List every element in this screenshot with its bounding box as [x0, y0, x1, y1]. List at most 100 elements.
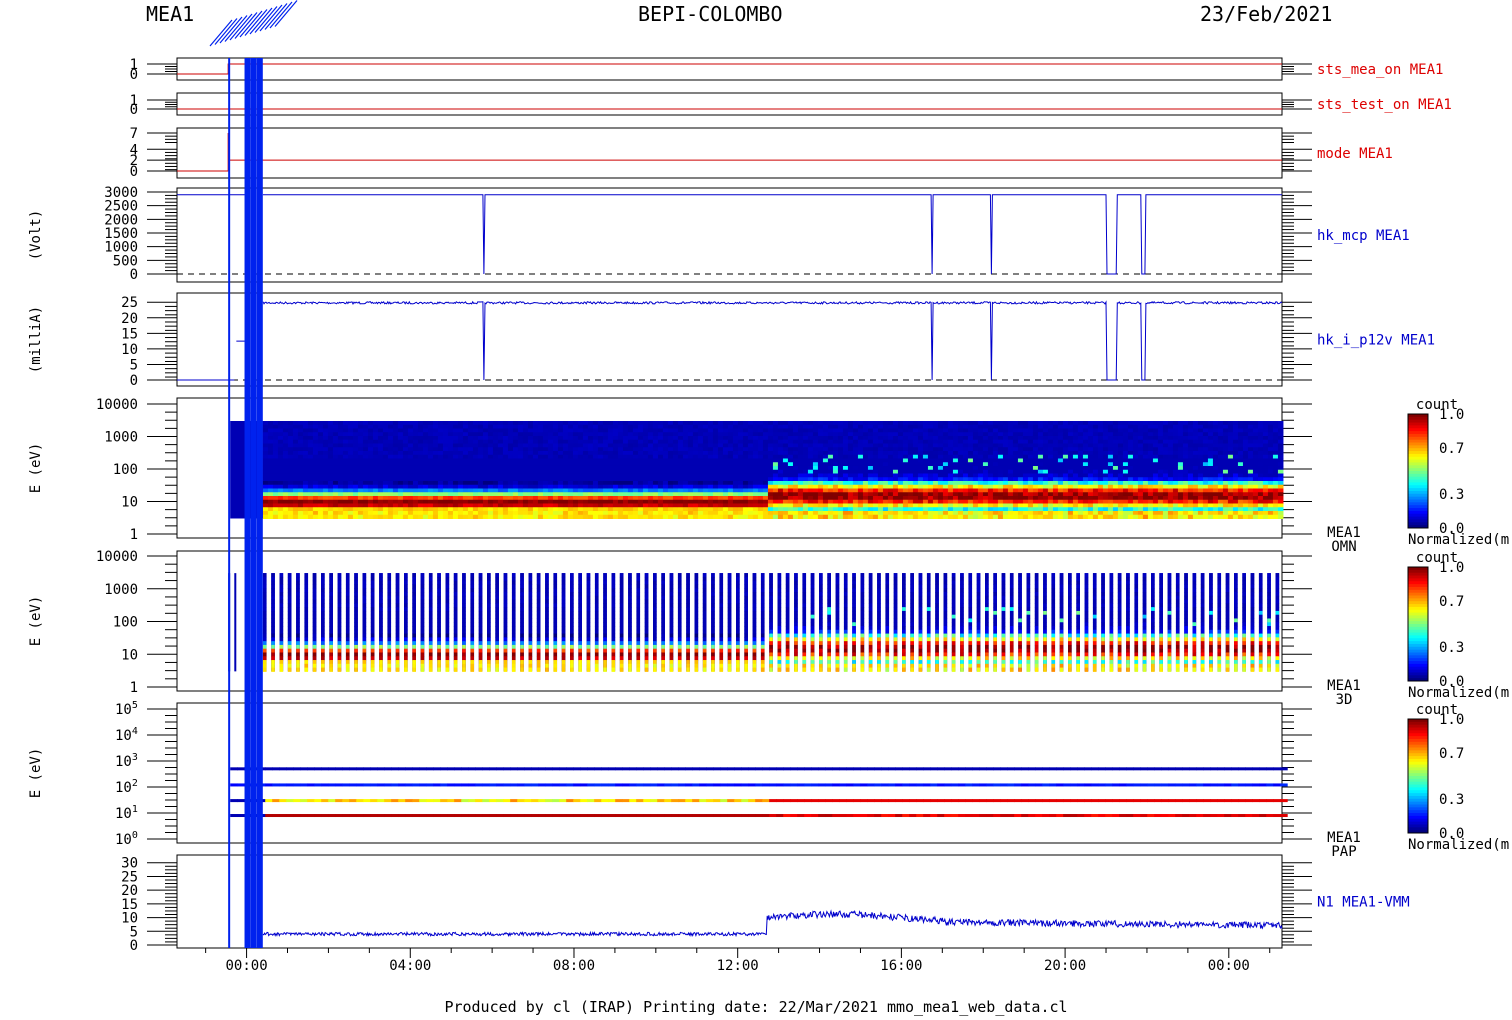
- spectrogram-cell: [747, 447, 754, 452]
- spectrogram-cell: [982, 488, 989, 493]
- spectrogram-cell: [372, 462, 379, 467]
- spectrogram-cell: [272, 492, 279, 497]
- spectrogram-cell: [642, 503, 649, 508]
- spectrogram-cell: [492, 477, 499, 482]
- spectrogram-cell: [467, 447, 474, 452]
- spectrogram-cell: [1127, 510, 1134, 516]
- spectrogram-cell: [892, 420, 899, 426]
- spectrogram-cell: [877, 488, 884, 493]
- spectrogram-cell: [477, 420, 484, 426]
- spectrogram-cell: [1027, 469, 1034, 474]
- spectrogram-cell: [972, 499, 979, 504]
- spectrogram-cell: [327, 473, 334, 478]
- spectrogram-cell: [677, 454, 684, 459]
- spectrogram-cell: [1087, 484, 1094, 489]
- spectrogram-cell: [897, 488, 904, 493]
- spectrogram-cell: [892, 492, 899, 497]
- spectrogram-cell: [692, 454, 699, 459]
- spectrogram-cell: [577, 503, 584, 508]
- spectrogram-cell: [372, 450, 379, 456]
- spectrogram-cell: [412, 507, 419, 512]
- spectrogram-cell: [517, 514, 524, 519]
- spectrogram-cell: [997, 473, 1004, 478]
- spectrogram-cell: [982, 450, 989, 456]
- spectrogram-cell: [442, 507, 449, 512]
- spectrogram-cell: [927, 458, 934, 463]
- spectrogram-cell: [287, 462, 294, 467]
- spectrogram-cell: [727, 514, 734, 519]
- spectrogram-cell: [722, 454, 729, 459]
- spectrogram-cell: [712, 424, 719, 429]
- spectrogram-cell: [1007, 432, 1014, 437]
- spectrogram-cell: [462, 465, 469, 471]
- spectrogram-cell: [342, 507, 349, 512]
- spectrogram-cell: [972, 443, 979, 448]
- spectrogram-cell: [812, 465, 819, 471]
- spectrogram-cell: [367, 510, 374, 516]
- spectrogram-cell: [357, 454, 364, 459]
- spectrogram-cell: [407, 443, 414, 448]
- spectrogram-cell: [847, 424, 854, 429]
- spectrogram-cell: [392, 484, 399, 489]
- spectrogram-cell: [802, 447, 809, 452]
- spectrogram-cell: [1037, 454, 1044, 459]
- spectrogram-cell: [1107, 469, 1114, 474]
- spectrogram-cell: [692, 458, 699, 463]
- spectrogram-cell: [297, 507, 304, 512]
- spectrogram-cell: [1012, 447, 1019, 452]
- spectrogram-cell: [812, 503, 819, 508]
- spectrogram-cell: [672, 488, 679, 493]
- spectrogram-cell: [667, 435, 674, 441]
- spectrogram-cell: [1062, 507, 1069, 512]
- spectrogram-cell: [472, 424, 479, 429]
- spectrogram-cell: [677, 503, 684, 508]
- spectrogram-cell: [1127, 424, 1134, 429]
- spectrogram-cell: [587, 488, 594, 493]
- spectrogram-cell: [852, 469, 859, 474]
- spectrogram-cell: [567, 424, 574, 429]
- spectrogram-cell: [682, 477, 689, 482]
- spectrogram-cell: [682, 499, 689, 504]
- spectrogram-cell: [447, 450, 454, 456]
- spectrogram-cell: [872, 488, 879, 493]
- spectrogram-cell: [1042, 477, 1049, 482]
- spectrogram-cell: [962, 424, 969, 429]
- spectrogram-cell: [1022, 450, 1029, 456]
- spectrogram-cell: [997, 488, 1004, 493]
- spectrogram-cell: [1012, 499, 1019, 504]
- spectrogram-cell: [672, 428, 679, 433]
- spectrogram-cell: [832, 469, 839, 474]
- spectrogram-cell: [432, 447, 439, 452]
- spectrogram-cell: [312, 499, 319, 504]
- spectrogram-cell: [1107, 480, 1114, 486]
- spectrogram-cell: [937, 507, 944, 512]
- y-axis-label: E (eV): [28, 443, 44, 494]
- spectrogram-cell: [787, 484, 794, 489]
- spectrogram-cell: [547, 443, 554, 448]
- spectrogram-cell: [807, 454, 814, 459]
- spectrogram-cell: [1052, 432, 1059, 437]
- spectrogram-cell: [697, 458, 704, 463]
- spectrogram-cell: [282, 503, 289, 508]
- spectrogram-cell: [722, 480, 729, 486]
- spectrogram-cell: [742, 465, 749, 471]
- spectrogram-cell: [982, 503, 989, 508]
- spectrogram-cell: [737, 435, 744, 441]
- spectrogram-cell: [922, 499, 929, 504]
- spectrogram-cell: [302, 458, 309, 463]
- spectrogram-cell: [847, 477, 854, 482]
- spectrogram-cell: [862, 465, 869, 471]
- spectrogram-cell: [462, 495, 469, 501]
- spectrogram-cell: [1092, 469, 1099, 474]
- spectrogram-cell: [712, 514, 719, 519]
- spectrogram-cell: [1112, 510, 1119, 516]
- spectrogram-cell: [302, 447, 309, 452]
- spectrogram-cell: [962, 480, 969, 486]
- spectrogram-cell: [1132, 477, 1139, 482]
- spectrogram-cell: [917, 432, 924, 437]
- spectrogram-cell: [912, 428, 919, 433]
- spectrogram-cell: [657, 477, 664, 482]
- spectrogram-cell: [877, 499, 884, 504]
- spectrogram-cell: [437, 499, 444, 504]
- spectrogram-cell: [397, 454, 404, 459]
